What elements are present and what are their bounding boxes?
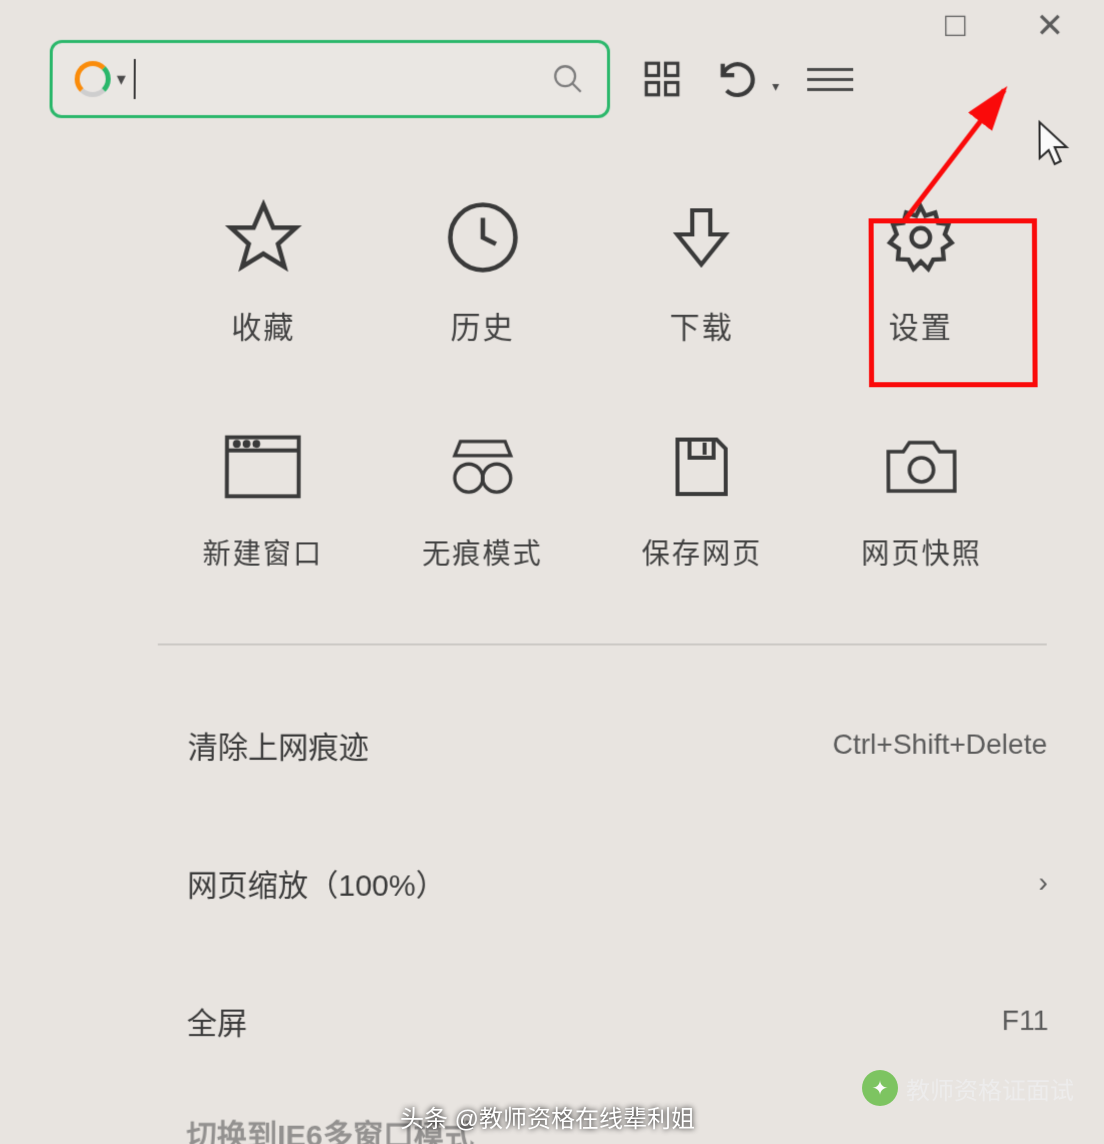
snapshot-button[interactable]: 网页快照: [827, 427, 1017, 572]
download-icon: [662, 198, 740, 276]
incognito-button[interactable]: 无痕模式: [388, 427, 577, 572]
clear-data-label: 清除上网痕迹: [188, 722, 369, 767]
search-engine-dropdown[interactable]: ▾: [117, 69, 126, 90]
window-controls: □ ✕: [945, 6, 1064, 46]
text-cursor: [134, 59, 136, 99]
incognito-icon: [443, 427, 521, 506]
save-icon: [663, 427, 741, 506]
fullscreen-shortcut: F11: [1002, 1005, 1049, 1038]
close-button[interactable]: ✕: [1036, 6, 1065, 46]
chevron-right-icon: ›: [1038, 866, 1048, 898]
downloads-button[interactable]: 下载: [607, 198, 796, 347]
save-page-button[interactable]: 保存网页: [607, 427, 797, 572]
undo-icon[interactable]: [714, 55, 762, 103]
favorites-label: 收藏: [231, 303, 295, 347]
history-label: 历史: [450, 303, 514, 347]
undo-dropdown[interactable]: ▾: [772, 78, 779, 95]
window-icon: [224, 427, 303, 506]
maximize-button[interactable]: □: [945, 6, 966, 46]
new-window-button[interactable]: 新建窗口: [168, 427, 358, 572]
zoom-label: 网页缩放（100%）: [187, 860, 446, 905]
downloads-label: 下载: [670, 303, 734, 347]
zoom-item[interactable]: 网页缩放（100%） ›: [187, 814, 1048, 952]
favorites-button[interactable]: 收藏: [169, 198, 358, 347]
clear-browsing-data-item[interactable]: 清除上网痕迹 Ctrl+Shift+Delete: [187, 676, 1047, 814]
fullscreen-label: 全屏: [187, 998, 248, 1043]
mouse-cursor-icon: [1035, 120, 1075, 170]
star-icon: [224, 198, 302, 276]
gear-icon: [881, 198, 959, 276]
settings-label: 设置: [889, 303, 953, 347]
search-box[interactable]: ▾: [49, 40, 610, 118]
clear-data-shortcut: Ctrl+Shift+Delete: [833, 728, 1048, 760]
watermark-text: 教师资格证面试: [906, 1071, 1074, 1106]
save-page-label: 保存网页: [642, 532, 763, 572]
snapshot-label: 网页快照: [861, 532, 982, 572]
history-button[interactable]: 历史: [388, 198, 577, 347]
incognito-label: 无痕模式: [422, 532, 543, 572]
hamburger-menu-icon[interactable]: [807, 68, 853, 91]
apps-grid-icon[interactable]: [638, 55, 686, 103]
search-icon[interactable]: [551, 62, 585, 96]
clock-icon: [443, 198, 521, 276]
new-window-label: 新建窗口: [202, 532, 323, 572]
settings-button[interactable]: 设置: [826, 198, 1015, 347]
camera-icon: [882, 427, 961, 506]
wechat-icon: ✦: [862, 1070, 898, 1106]
source-attribution: 头条 @教师资格在线辈利姐: [400, 1099, 695, 1134]
browser-logo-icon: [75, 61, 111, 97]
watermark: ✦ 教师资格证面试: [862, 1070, 1074, 1106]
